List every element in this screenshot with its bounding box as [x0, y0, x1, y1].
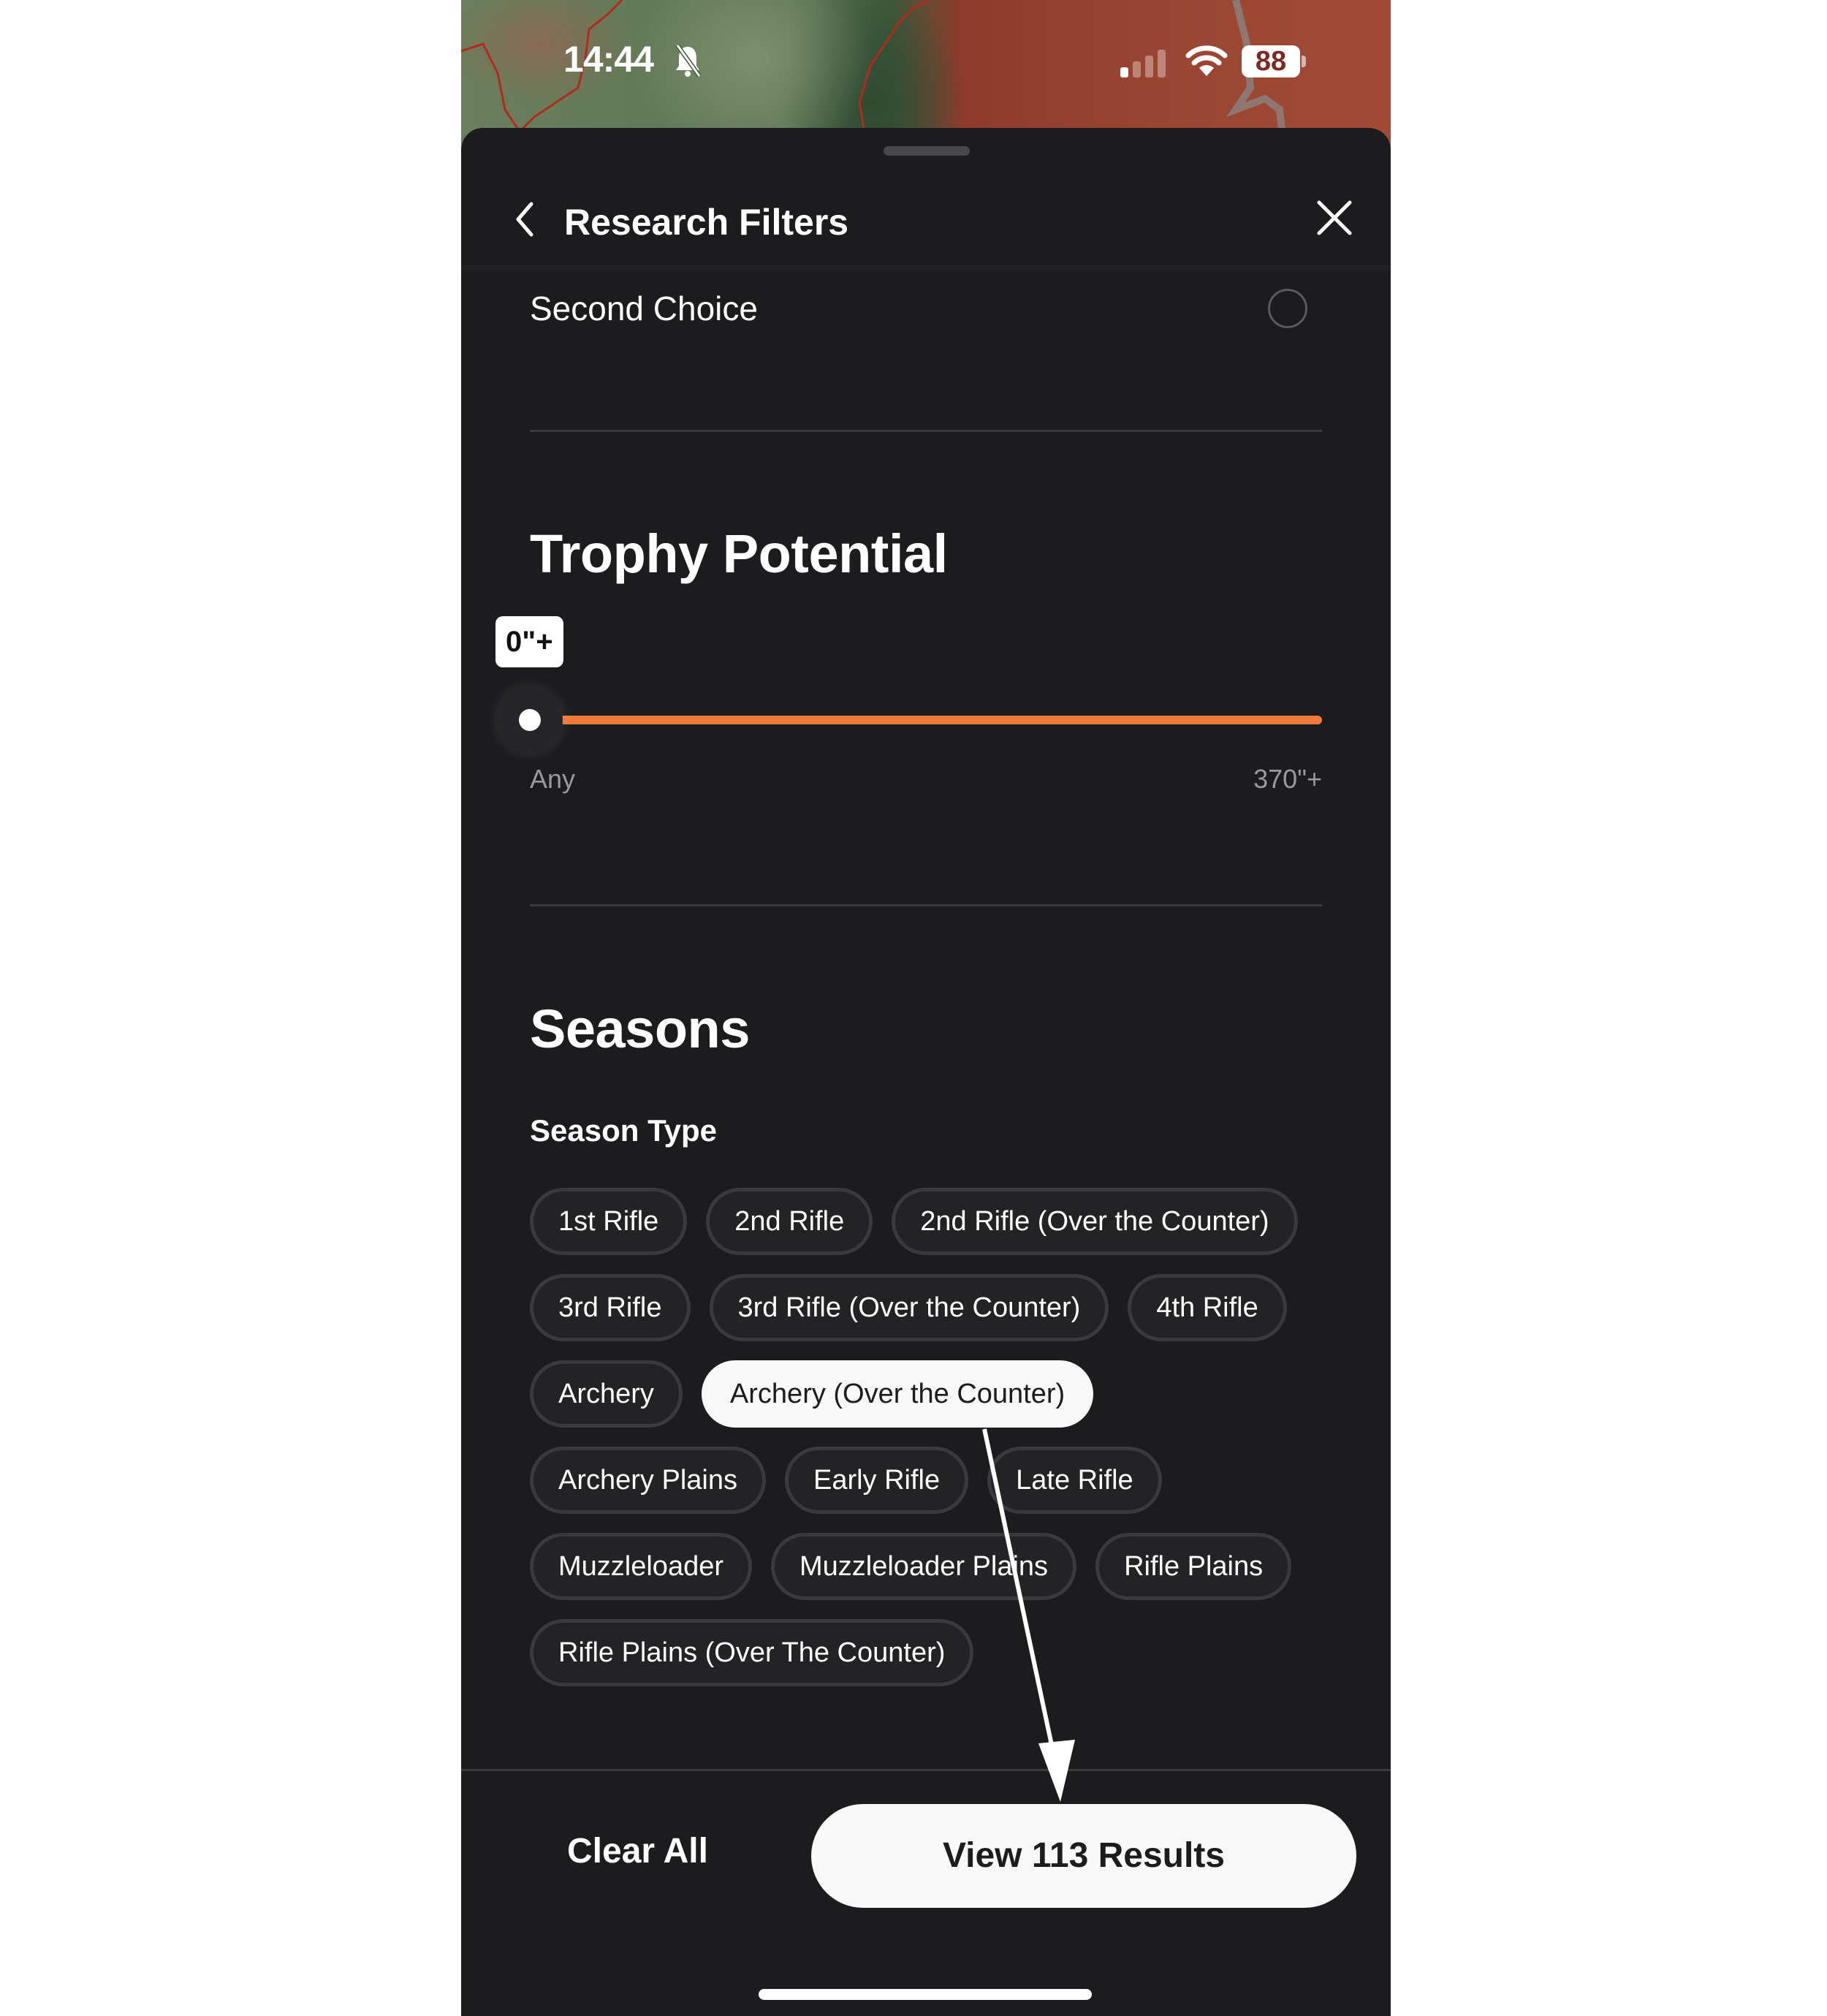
chip-rifle-plains[interactable]: Rifle Plains — [1095, 1533, 1292, 1600]
chip-muzzleloader-plains[interactable]: Muzzleloader Plains — [771, 1533, 1077, 1600]
chip-row: Archery Archery (Over the Counter) — [530, 1360, 1322, 1428]
chip-row: Rifle Plains (Over The Counter) — [530, 1619, 1322, 1686]
battery-indicator: 88 — [1242, 45, 1300, 77]
status-time: 14:44 — [563, 39, 654, 80]
page-title: Research Filters — [564, 202, 849, 243]
sheet-header: Research Filters — [461, 172, 1391, 265]
back-button[interactable] — [505, 194, 549, 245]
chip-3rd-rifle-otc[interactable]: 3rd Rifle (Over the Counter) — [709, 1274, 1109, 1341]
slider-max-label: 370"+ — [1253, 764, 1322, 794]
home-indicator — [759, 1989, 1092, 2000]
chip-late-rifle[interactable]: Late Rifle — [987, 1447, 1162, 1514]
chip-3rd-rifle[interactable]: 3rd Rifle — [530, 1274, 691, 1341]
seasons-heading: Seasons — [530, 998, 750, 1059]
chip-row: Muzzleloader Muzzleloader Plains Rifle P… — [530, 1533, 1322, 1600]
slider-min-label: Any — [530, 764, 576, 794]
battery-nub — [1302, 56, 1306, 67]
chip-archery-otc[interactable]: Archery (Over the Counter) — [701, 1360, 1094, 1428]
filter-sheet: Research Filters Second Choice Trophy Po… — [461, 128, 1391, 2016]
sheet-grabber[interactable] — [884, 146, 970, 156]
season-type-chips: 1st Rifle 2nd Rifle 2nd Rifle (Over the … — [530, 1188, 1322, 1705]
chip-rifle-plains-otc[interactable]: Rifle Plains (Over The Counter) — [530, 1619, 974, 1686]
close-button[interactable] — [1309, 192, 1360, 243]
close-icon — [1317, 200, 1352, 235]
phone-screen: 14:44 88 Research Filters Second Choice … — [461, 0, 1391, 2016]
section-divider — [530, 430, 1322, 432]
chevron-left-icon — [516, 202, 533, 237]
second-choice-label: Second Choice — [530, 289, 758, 327]
chip-2nd-rifle[interactable]: 2nd Rifle — [706, 1188, 873, 1255]
chip-muzzleloader[interactable]: Muzzleloader — [530, 1533, 752, 1600]
slider-thumb[interactable] — [519, 709, 541, 731]
section-divider — [530, 904, 1322, 906]
trophy-slider[interactable] — [497, 683, 1322, 757]
chip-row: 3rd Rifle 3rd Rifle (Over the Counter) 4… — [530, 1274, 1322, 1341]
chip-1st-rifle[interactable]: 1st Rifle — [530, 1188, 688, 1255]
wifi-icon — [1185, 45, 1228, 81]
view-results-button[interactable]: View 113 Results — [811, 1804, 1356, 1908]
chip-4th-rifle[interactable]: 4th Rifle — [1128, 1274, 1287, 1341]
clear-all-button[interactable]: Clear All — [567, 1831, 708, 1871]
trophy-potential-heading: Trophy Potential — [530, 523, 948, 584]
season-type-label: Season Type — [530, 1113, 717, 1148]
chip-early-rifle[interactable]: Early Rifle — [784, 1447, 969, 1514]
chip-row: 1st Rifle 2nd Rifle 2nd Rifle (Over the … — [530, 1188, 1322, 1255]
bell-slash-icon — [673, 44, 702, 81]
trophy-value-badge: 0"+ — [495, 616, 563, 667]
chip-row: Archery Plains Early Rifle Late Rifle — [530, 1447, 1322, 1514]
footer-divider — [461, 1769, 1391, 1771]
cellular-signal-icon — [1119, 48, 1170, 81]
second-choice-radio[interactable] — [1268, 289, 1307, 328]
chip-archery[interactable]: Archery — [530, 1360, 683, 1428]
slider-track[interactable] — [559, 716, 1322, 724]
chip-archery-plains[interactable]: Archery Plains — [530, 1447, 766, 1514]
header-divider — [461, 265, 1391, 274]
status-bar: 14:44 88 — [461, 0, 1391, 128]
chip-2nd-rifle-otc[interactable]: 2nd Rifle (Over the Counter) — [892, 1188, 1298, 1255]
